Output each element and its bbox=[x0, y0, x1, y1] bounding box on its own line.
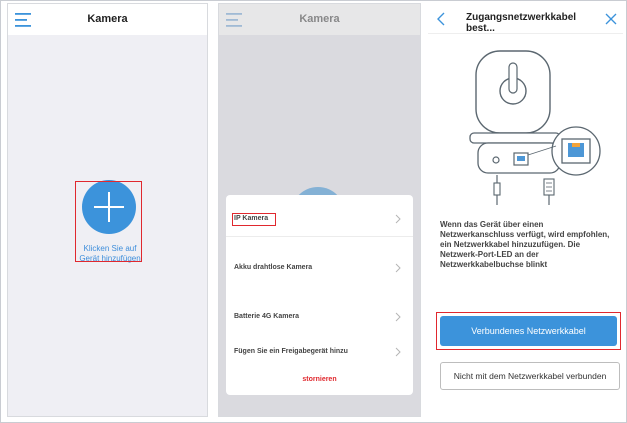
chevron-right-icon bbox=[395, 214, 401, 224]
add-device-sheet-screen: Kamera IP Kamera Akku drahtlose Kamera B… bbox=[218, 3, 421, 417]
network-cable-screen: Zugangsnetzwerkkabel best... Wenn das Ge… bbox=[428, 3, 623, 417]
camera-illustration bbox=[469, 50, 601, 205]
highlight-box bbox=[436, 312, 621, 350]
option-battery-4g-camera[interactable]: Batterie 4G Kamera bbox=[226, 301, 413, 335]
camera-home-screen: Kamera Klicken Sie auf Gerät hinzufügen bbox=[7, 3, 208, 417]
option-label: Batterie 4G Kamera bbox=[234, 313, 299, 320]
instruction-text: Wenn das Gerät über einen Netzwerkanschl… bbox=[440, 220, 610, 269]
option-label: Fügen Sie ein Freigabegerät hinzu bbox=[234, 348, 348, 355]
highlight-box bbox=[75, 181, 142, 262]
page-title: Kamera bbox=[87, 13, 128, 25]
cancel-button[interactable]: stornieren bbox=[226, 376, 413, 383]
chevron-right-icon bbox=[395, 312, 401, 322]
chevron-right-icon bbox=[395, 347, 401, 357]
not-connected-network-cable-button[interactable]: Nicht mit dem Netzwerkkabel verbunden bbox=[440, 362, 620, 390]
page-title: Zugangsnetzwerkkabel best... bbox=[466, 12, 577, 34]
option-battery-wireless-camera[interactable]: Akku drahtlose Kamera bbox=[226, 237, 413, 273]
close-icon[interactable] bbox=[605, 13, 617, 25]
header: Zugangsnetzwerkkabel best... bbox=[428, 3, 623, 34]
option-share-device[interactable]: Fügen Sie ein Freigabegerät hinzu bbox=[226, 336, 413, 370]
back-arrow-icon[interactable] bbox=[436, 12, 446, 26]
highlight-box bbox=[232, 213, 276, 226]
option-label: Akku drahtlose Kamera bbox=[234, 264, 313, 271]
device-type-sheet: IP Kamera Akku drahtlose Kamera Batterie… bbox=[226, 195, 413, 395]
header: Kamera bbox=[8, 4, 207, 35]
chevron-right-icon bbox=[395, 263, 401, 273]
